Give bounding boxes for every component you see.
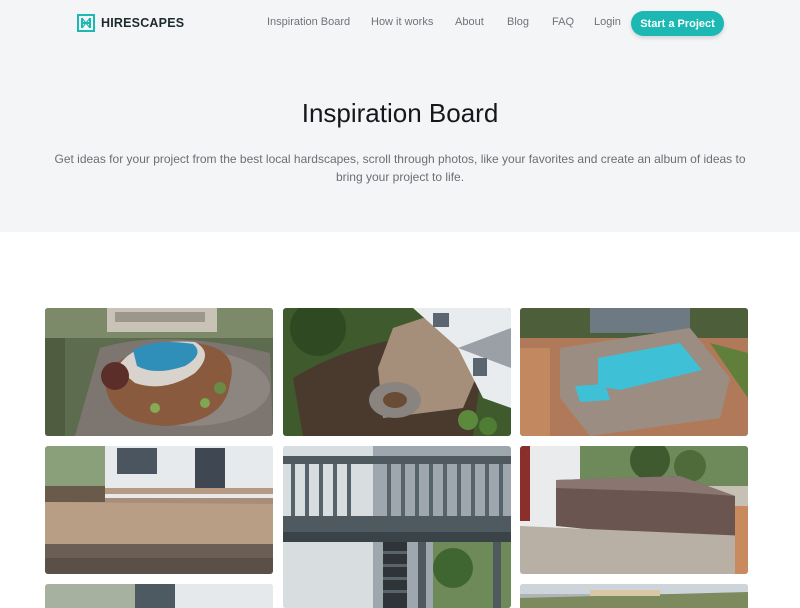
top-navigation: HIRESCAPES Inspiration Board How it work… <box>0 0 800 46</box>
logo-icon <box>77 14 95 32</box>
photo-rect-pool-image <box>520 308 748 436</box>
page-title: Inspiration Board <box>301 98 499 128</box>
gallery-photo-fire-pit[interactable] <box>283 308 511 436</box>
start-project-button[interactable]: Start a Project <box>631 11 724 36</box>
photo-deck-stairs-image <box>283 446 511 608</box>
gallery-photo-patio-house[interactable] <box>45 446 273 574</box>
gallery-photo-retaining-wall[interactable] <box>520 446 748 574</box>
photo-house-trees-image <box>45 584 273 608</box>
gallery-photo-front-yard[interactable] <box>520 584 748 608</box>
brand-name: HIRESCAPES <box>101 16 185 30</box>
gallery-photo-pool-patio[interactable] <box>45 308 273 436</box>
page-subtitle: Get ideas for your project from the best… <box>54 152 746 184</box>
nav-blog[interactable]: Blog <box>507 16 529 28</box>
gallery-photo-rect-pool[interactable] <box>520 308 748 436</box>
photo-fire-pit-image <box>283 308 511 436</box>
nav-faq[interactable]: FAQ <box>552 16 574 28</box>
photo-pool-patio-image <box>45 308 273 436</box>
brand-logo[interactable]: HIRESCAPES <box>77 14 184 32</box>
photo-patio-house-image <box>45 446 273 574</box>
gallery-photo-house-trees[interactable] <box>45 584 273 608</box>
nav-how-it-works[interactable]: How it works <box>371 16 433 28</box>
nav-about[interactable]: About <box>455 16 484 28</box>
photo-front-yard-image <box>520 584 748 608</box>
nav-login[interactable]: Login <box>594 16 621 28</box>
nav-inspiration-board[interactable]: Inspiration Board <box>267 16 350 28</box>
photo-retaining-wall-image <box>520 446 748 574</box>
gallery-photo-deck-stairs[interactable] <box>283 446 511 608</box>
